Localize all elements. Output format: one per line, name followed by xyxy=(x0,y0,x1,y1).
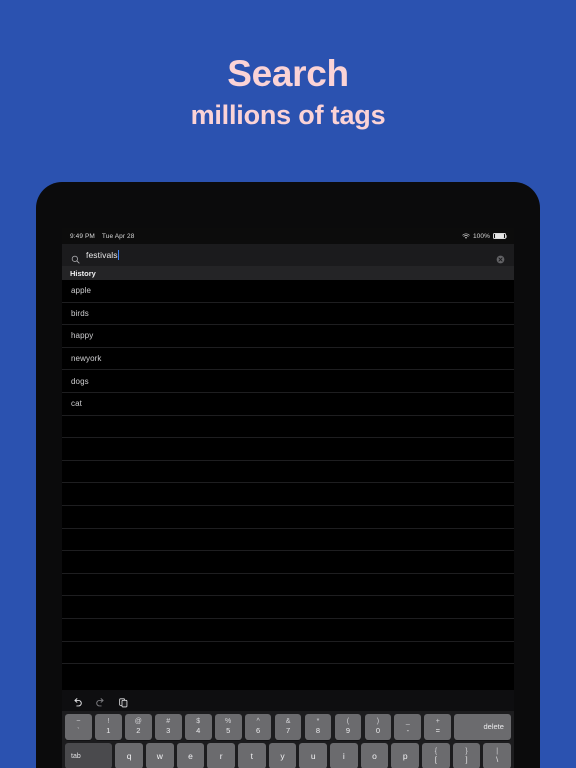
delete-key[interactable]: delete xyxy=(454,713,511,740)
key-bottom-label: 8 xyxy=(315,725,321,735)
key-=[interactable]: + = xyxy=(424,713,452,740)
battery-icon xyxy=(493,232,508,240)
status-bar-left: 9:49 PM Tue Apr 28 xyxy=(70,233,134,240)
key-u[interactable]: u xyxy=(299,743,327,768)
tab-key[interactable]: tab xyxy=(65,743,113,768)
history-item-empty xyxy=(62,551,514,574)
status-time: 9:49 PM xyxy=(70,232,95,240)
key-0[interactable]: ) 0 xyxy=(364,713,392,740)
key-bottom-label: 3 xyxy=(166,725,171,735)
paste-icon[interactable] xyxy=(118,695,129,708)
history-item-empty xyxy=(62,506,514,529)
history-item[interactable]: apple xyxy=(62,280,514,303)
history-item-label: birds xyxy=(71,308,89,318)
history-item-empty xyxy=(62,438,514,461)
keyboard-toolbar xyxy=(62,689,514,711)
key-bottom-label: 0 xyxy=(375,725,380,735)
key-w[interactable]: w xyxy=(146,743,174,768)
key-e[interactable]: e xyxy=(176,743,205,768)
onscreen-keyboard: ~ `! 1 @2 #3 $4% 5 ^ 6 & 7 * 8(9) 0 _ - + = delete tab q w e r… xyxy=(62,689,514,768)
search-bar[interactable]: festivals xyxy=(62,244,514,266)
redo-icon[interactable] xyxy=(95,695,106,707)
key-bracket-][interactable]: }] xyxy=(452,743,481,768)
key-p[interactable]: p xyxy=(391,743,419,768)
history-item-empty xyxy=(62,483,514,506)
clear-icon[interactable] xyxy=(496,251,505,263)
key-2[interactable]: @2 xyxy=(124,713,152,740)
history-item-empty xyxy=(62,574,514,597)
key-bottom-label: 2 xyxy=(136,725,141,735)
history-item[interactable]: dogs xyxy=(62,370,514,393)
keyboard-row-numbers: ~ `! 1 @2 #3 $4% 5 ^ 6 & 7 * 8(9) 0 _ - + = delete xyxy=(65,713,511,740)
wifi-icon xyxy=(462,233,470,240)
history-item[interactable]: happy xyxy=(62,325,514,348)
history-item-label: newyork xyxy=(71,354,102,364)
history-section-header: History xyxy=(62,266,514,280)
key-r[interactable]: r xyxy=(207,743,235,768)
text-caret xyxy=(118,250,120,260)
tablet-device-frame: 9:49 PM Tue Apr 28 100% festivals Histor… xyxy=(36,182,540,768)
promo-subtitle: millions of tags xyxy=(190,99,386,130)
device-screen: 9:49 PM Tue Apr 28 100% festivals Histor… xyxy=(62,228,514,768)
key-8[interactable]: * 8 xyxy=(304,713,332,740)
undo-icon[interactable] xyxy=(72,695,83,707)
key-4[interactable]: $4 xyxy=(184,713,212,740)
history-item[interactable]: cat xyxy=(62,393,514,416)
history-item-label: happy xyxy=(71,331,94,341)
key-o[interactable]: o xyxy=(360,743,389,768)
history-item-empty xyxy=(62,461,514,484)
history-item-label: apple xyxy=(71,286,92,296)
battery-fill xyxy=(494,234,505,238)
history-list: apple birds happy newyork dogs cat xyxy=(62,280,514,665)
status-bar: 9:49 PM Tue Apr 28 100% xyxy=(62,228,514,244)
key-bottom-label: 5 xyxy=(226,725,231,735)
key-bottom-label: 7 xyxy=(285,725,291,735)
keyboard-row-qwerty: tab q w e r t y u i o p{[}] | \ xyxy=(65,743,511,768)
status-bar-right: 100% xyxy=(462,232,508,240)
search-icon xyxy=(71,251,80,264)
key-bracket-[[interactable]: {[ xyxy=(422,743,450,768)
key-1[interactable]: ! 1 xyxy=(94,713,122,740)
key-y[interactable]: y xyxy=(268,743,297,768)
key-bottom-label: 6 xyxy=(256,725,261,735)
history-item-empty xyxy=(62,596,514,619)
key-bottom-label: [ xyxy=(434,754,437,764)
key-9[interactable]: (9 xyxy=(334,713,362,740)
status-date: Tue Apr 28 xyxy=(101,232,135,240)
key-5[interactable]: % 5 xyxy=(214,713,242,740)
key-bottom-label: \ xyxy=(496,754,499,764)
history-item-empty xyxy=(62,619,514,642)
keyboard-key-rows: ~ `! 1 @2 #3 $4% 5 ^ 6 & 7 * 8(9) 0 _ - + = delete tab q w e r… xyxy=(62,711,514,768)
history-item[interactable]: newyork xyxy=(62,348,514,371)
history-section-label: History xyxy=(70,268,96,278)
history-item-label: dogs xyxy=(71,376,89,386)
key-q[interactable]: q xyxy=(115,743,143,768)
promo-headline: Search millions of tags xyxy=(0,53,576,130)
key-bottom-label: ` xyxy=(77,725,80,735)
battery-percent-label: 100% xyxy=(472,232,490,240)
key-bottom-label: 9 xyxy=(345,725,351,735)
key--[interactable]: _ - xyxy=(394,713,422,740)
key-bracket-\[interactable]: | \ xyxy=(483,743,511,768)
history-item-empty xyxy=(62,529,514,552)
key-bottom-label: - xyxy=(406,725,410,735)
key-bottom-label: 4 xyxy=(196,725,201,735)
key-bottom-label: ] xyxy=(465,754,468,764)
key-7[interactable]: & 7 xyxy=(274,713,302,740)
search-input[interactable]: festivals xyxy=(86,250,120,260)
promo-title: Search xyxy=(227,53,349,94)
key-bottom-label: 1 xyxy=(106,725,111,735)
key-i[interactable]: i xyxy=(330,743,358,768)
search-input-value: festivals xyxy=(86,250,118,260)
key-t[interactable]: t xyxy=(238,743,266,768)
history-item-label: cat xyxy=(71,399,82,409)
history-item[interactable]: birds xyxy=(62,303,514,326)
history-item-empty xyxy=(62,642,514,665)
promo-screenshot: Search millions of tags 9:49 PM Tue Apr … xyxy=(0,0,576,768)
key-bottom-label: = xyxy=(435,725,441,735)
key-3[interactable]: #3 xyxy=(154,713,182,740)
history-item-empty xyxy=(62,416,514,439)
key-`[interactable]: ~ ` xyxy=(65,713,92,740)
key-6[interactable]: ^ 6 xyxy=(244,713,272,740)
